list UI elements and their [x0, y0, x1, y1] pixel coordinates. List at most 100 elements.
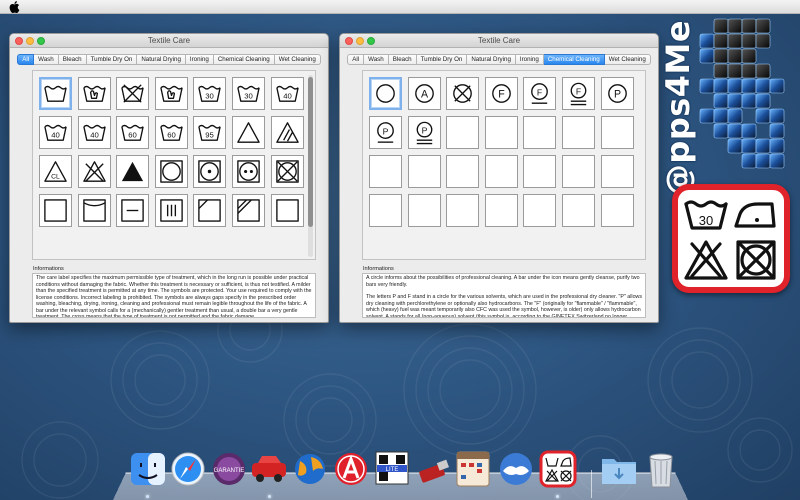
dock-handshake-icon[interactable]	[495, 447, 537, 491]
dock-qr-lite-icon[interactable]: LITE	[371, 447, 413, 491]
tab-tumble-dry-on[interactable]: Tumble Dry On	[416, 54, 468, 65]
care-symbol-triangle-filled-icon[interactable]	[116, 155, 150, 188]
tab-natural-drying[interactable]: Natural Drying	[467, 54, 516, 65]
tab-ironing[interactable]: Ironing	[515, 54, 544, 65]
care-symbol-circle-P-bar-icon[interactable]: P	[369, 116, 402, 149]
tab-chemical-cleaning[interactable]: Chemical Cleaning	[213, 54, 275, 65]
window-titlebar[interactable]: Textile Care	[340, 34, 658, 48]
dock-globe-icon[interactable]	[289, 447, 331, 491]
tab-tumble-dry-on[interactable]: Tumble Dry On	[86, 54, 138, 65]
dock-safari-icon[interactable]	[167, 447, 209, 491]
empty-symbol-slot[interactable]	[561, 116, 595, 149]
info-paragraph: The letters P and F stand in a circle fo…	[366, 294, 643, 318]
tab-wet-cleaning[interactable]: Wet Cleaning	[274, 54, 321, 65]
dock-calendar-app-icon[interactable]	[452, 447, 494, 491]
care-symbol-square-slash-icon[interactable]	[193, 194, 227, 227]
care-symbol-circle-icon[interactable]	[369, 77, 402, 110]
symbol-grid: 30 30 40 40 40 60 60 95 CL	[39, 77, 305, 255]
care-symbol-wash-x-icon[interactable]	[116, 77, 150, 110]
dock-textile-care-icon[interactable]	[537, 447, 579, 491]
care-symbol-square-curve-icon[interactable]	[77, 194, 111, 227]
care-symbol-circle-F-bar2-icon[interactable]: F	[561, 77, 595, 110]
empty-symbol-slot[interactable]	[407, 155, 441, 188]
tab-wash[interactable]: Wash	[364, 54, 389, 65]
empty-symbol-slot[interactable]	[600, 116, 634, 149]
care-symbol-circle-P-bar2-icon[interactable]: P	[407, 116, 441, 149]
svg-text:F: F	[537, 87, 542, 97]
empty-symbol-slot[interactable]	[484, 194, 518, 227]
dock-downloads-folder-icon[interactable]	[598, 447, 640, 491]
care-symbol-wash-40-icon[interactable]: 40	[77, 116, 111, 149]
care-symbol-wash-40-icon[interactable]: 40	[270, 77, 304, 110]
care-symbol-dryer-dots-icon[interactable]	[231, 155, 265, 188]
care-symbol-wash-30-icon[interactable]: 30	[193, 77, 227, 110]
care-symbol-triangle-stripes-icon[interactable]	[270, 116, 304, 149]
apple-menu-icon[interactable]	[9, 1, 20, 13]
care-symbol-circle-x-icon[interactable]	[446, 77, 480, 110]
dock-a-app-icon[interactable]	[330, 447, 372, 491]
tab-wet-cleaning[interactable]: Wet Cleaning	[604, 54, 651, 65]
textile-care-window-chemical[interactable]: Textile Care All Wash Bleach Tumble Dry On N…	[339, 33, 659, 323]
tab-bleach[interactable]: Bleach	[58, 54, 87, 65]
care-symbol-wash-95-icon[interactable]: 95	[193, 116, 227, 149]
empty-symbol-slot[interactable]	[561, 194, 595, 227]
window-titlebar[interactable]: Textile Care	[10, 34, 328, 48]
empty-symbol-slot[interactable]	[407, 194, 441, 227]
empty-symbol-slot[interactable]	[523, 116, 557, 149]
empty-symbol-slot[interactable]	[561, 155, 595, 188]
tab-chemical-cleaning[interactable]: Chemical Cleaning	[543, 54, 605, 65]
empty-symbol-slot[interactable]	[369, 194, 402, 227]
informations-text[interactable]: A circle informs about the possibilities…	[362, 273, 646, 318]
tab-ironing[interactable]: Ironing	[185, 54, 214, 65]
tab-bleach[interactable]: Bleach	[388, 54, 417, 65]
empty-symbol-slot[interactable]	[446, 116, 480, 149]
dock-usb-icon[interactable]	[412, 447, 454, 491]
care-symbol-wash-60-icon[interactable]: 60	[116, 116, 150, 149]
care-symbol-circle-F-bar-icon[interactable]: F	[523, 77, 557, 110]
care-symbol-square-icon[interactable]	[39, 194, 72, 227]
care-symbol-square-dash-icon[interactable]	[116, 194, 150, 227]
dock-trash-icon[interactable]	[640, 447, 682, 491]
care-symbol-triangle-x-icon[interactable]	[77, 155, 111, 188]
care-symbol-circle-A-icon[interactable]: A	[407, 77, 441, 110]
care-symbol-square-bars-icon[interactable]	[154, 194, 188, 227]
empty-symbol-slot[interactable]	[523, 155, 557, 188]
care-symbol-wash-hand-icon[interactable]	[77, 77, 111, 110]
empty-symbol-slot[interactable]	[446, 194, 480, 227]
empty-symbol-slot[interactable]	[484, 155, 518, 188]
care-symbol-wash-40-icon[interactable]: 40	[39, 116, 72, 149]
tab-all[interactable]: All	[347, 54, 365, 65]
empty-symbol-slot[interactable]	[523, 194, 557, 227]
care-symbol-square-blank-icon[interactable]	[270, 194, 304, 227]
informations-text[interactable]: The care label specifies the maximum per…	[32, 273, 316, 318]
care-symbol-wash-30-icon[interactable]: 30	[231, 77, 265, 110]
care-symbol-triangle-icon[interactable]	[231, 116, 265, 149]
textile-care-window-all[interactable]: Textile Care All Wash Bleach Tumble Dry On N…	[9, 33, 329, 323]
empty-symbol-slot[interactable]	[600, 155, 634, 188]
empty-symbol-slot[interactable]	[484, 116, 518, 149]
care-symbol-dryer-x-icon[interactable]	[270, 155, 304, 188]
care-symbol-dryer-dot-icon[interactable]	[193, 155, 227, 188]
care-symbol-triangle-cl-icon[interactable]: CL	[39, 155, 72, 188]
scrollbar-thumb[interactable]	[308, 77, 313, 227]
empty-symbol-slot[interactable]	[446, 155, 480, 188]
vertical-scrollbar[interactable]	[308, 75, 313, 257]
care-symbol-circle-P-icon[interactable]: P	[600, 77, 634, 110]
dock-car-icon[interactable]	[248, 447, 290, 491]
care-symbol-wash-60-icon[interactable]: 60	[154, 116, 188, 149]
lite-badge-label: LITE	[386, 467, 399, 473]
tab-natural-drying[interactable]: Natural Drying	[137, 54, 186, 65]
empty-symbol-slot[interactable]	[369, 155, 402, 188]
care-symbol-square-slash2-icon[interactable]	[231, 194, 265, 227]
svg-text:40: 40	[90, 130, 99, 139]
tab-all[interactable]: All	[17, 54, 35, 65]
care-symbol-dryer-circle-icon[interactable]	[154, 155, 188, 188]
menu-bar	[0, 0, 800, 14]
dock-finder-icon[interactable]	[127, 447, 169, 491]
empty-symbol-slot[interactable]	[600, 194, 634, 227]
tab-wash[interactable]: Wash	[34, 54, 59, 65]
care-symbol-wash-icon[interactable]	[39, 77, 72, 110]
care-symbol-circle-F-icon[interactable]: F	[484, 77, 518, 110]
care-symbol-wash-hand-icon[interactable]	[154, 77, 188, 110]
dock-garantie-icon[interactable]: GARANTIE	[208, 447, 250, 491]
